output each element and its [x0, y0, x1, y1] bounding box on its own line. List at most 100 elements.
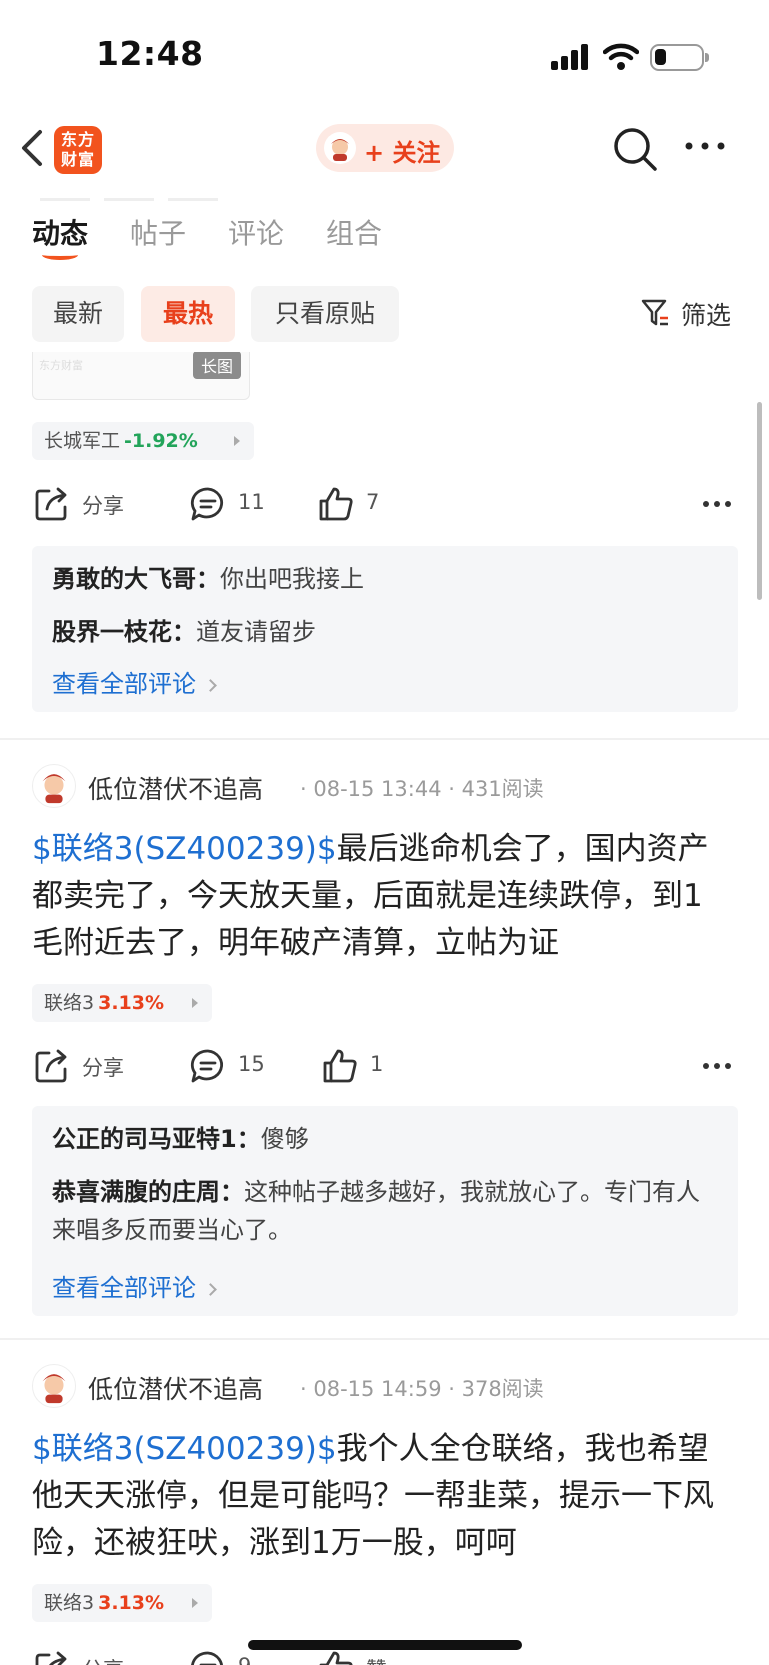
stock-tag[interactable]: 联络3 3.13% — [32, 1584, 212, 1622]
battery-icon — [650, 44, 709, 71]
comment-bubble-icon — [190, 1049, 224, 1083]
status-time: 12:48 — [96, 34, 204, 73]
comment-user[interactable]: 勇敢的大飞哥 — [52, 565, 196, 593]
status-bar: 12:48 — [0, 0, 769, 110]
author-name[interactable]: 低位潜伏不追高 — [88, 770, 263, 806]
comment-sep: ： — [220, 1178, 244, 1206]
comment-bubble-icon — [191, 1651, 223, 1665]
comment-text: 你出吧我接上 — [220, 565, 364, 593]
active-tab-indicator — [42, 250, 78, 260]
view-all-comments-link[interactable]: 查看全部评论 — [52, 664, 217, 699]
follow-label: + 关注 — [364, 139, 441, 167]
post-actions: 分享 11 7 — [0, 482, 769, 528]
long-image-thumbnail[interactable]: 东方财富 长图 — [32, 352, 250, 400]
chevron-right-icon — [192, 998, 198, 1008]
comment-item: 公正的司马亚特1：傻够 — [52, 1120, 718, 1158]
cellular-signal-icon — [551, 44, 591, 70]
thumbs-up-icon — [323, 1049, 357, 1083]
like-count: 1 — [370, 1052, 384, 1076]
logo-line1: 东方 — [60, 130, 95, 149]
share-label: 分享 — [82, 1056, 124, 1080]
tab-dynamic[interactable]: 动态 — [32, 212, 88, 252]
more-options-icon[interactable] — [684, 140, 726, 152]
comment-text: 傻够 — [260, 1125, 309, 1153]
comment-item: 恭喜满腹的庄周：这种帖子越多越好，我就放心了。专门有人来唱多反而要当心了。 — [52, 1173, 718, 1249]
post-more-icon[interactable] — [702, 500, 732, 508]
comment-count: 11 — [238, 490, 265, 514]
chevron-right-icon — [204, 1282, 217, 1296]
author-avatar[interactable] — [32, 1364, 76, 1408]
search-icon[interactable] — [612, 126, 658, 172]
chevron-right-icon — [204, 678, 217, 692]
stock-name: 长城军工 — [44, 430, 121, 452]
nav-bar: 东方 财富 + 关注 — [0, 110, 769, 190]
stock-change: -1.92% — [124, 430, 198, 452]
back-arrow-icon[interactable] — [18, 128, 48, 168]
feed: 东方财富 长图 长城军工 -1.92% 分享 11 7 勇敢的大飞哥：你出吧我接上… — [0, 352, 769, 1665]
comment-sep: ： — [172, 618, 196, 646]
share-icon — [35, 1651, 67, 1665]
faded-strip — [40, 186, 250, 201]
share-label: 分享 — [82, 494, 124, 518]
scrollbar[interactable] — [757, 402, 762, 600]
long-image-badge: 长图 — [192, 352, 241, 379]
content-tabs: 动态 帖子 评论 组合 — [0, 200, 769, 264]
wifi-icon — [603, 43, 639, 70]
filter-latest[interactable]: 最新 — [32, 286, 124, 342]
filter-original-only[interactable]: 只看原贴 — [251, 286, 399, 342]
view-all-label: 查看全部评论 — [52, 670, 196, 698]
tab-portfolio[interactable]: 组合 — [326, 212, 382, 252]
stock-tag[interactable]: 联络3 3.13% — [32, 984, 212, 1022]
comment-sep: ： — [196, 565, 220, 593]
comments-preview[interactable]: 公正的司马亚特1：傻够 恭喜满腹的庄周：这种帖子越多越好，我就放心了。专门有人来… — [32, 1106, 738, 1316]
author-avatar[interactable] — [32, 764, 76, 808]
stock-name: 联络3 — [44, 1592, 95, 1614]
post-header: 低位潜伏不追高 · 08-15 14:59 · 378阅读 — [32, 1364, 732, 1412]
home-indicator[interactable] — [248, 1640, 522, 1650]
post-meta: · 08-15 14:59 · 378阅读 — [300, 1377, 544, 1401]
comment-user[interactable]: 公正的司马亚特1 — [52, 1125, 237, 1153]
stock-name: 联络3 — [44, 992, 95, 1014]
comment-item: 勇敢的大飞哥：你出吧我接上 — [52, 560, 718, 598]
thumbs-up-icon — [319, 487, 353, 521]
stock-link[interactable]: $联络3(SZ400239)$ — [32, 831, 337, 867]
view-all-label: 查看全部评论 — [52, 1274, 196, 1302]
filter-label: 筛选 — [681, 301, 732, 330]
like-count: 7 — [366, 490, 380, 514]
comment-item: 股界一枝花：道友请留步 — [52, 613, 718, 651]
post-actions: 分享 15 1 — [0, 1044, 769, 1090]
share-icon — [35, 487, 67, 521]
stock-link[interactable]: $联络3(SZ400239)$ — [32, 1431, 337, 1467]
comment-count: 15 — [238, 1052, 265, 1076]
chevron-right-icon — [192, 1598, 198, 1608]
share-icon — [35, 1049, 67, 1083]
post-divider — [0, 1338, 769, 1340]
follow-button[interactable]: + 关注 — [316, 124, 454, 172]
stock-change: 3.13% — [98, 1592, 165, 1614]
comment-count: 9 — [238, 1654, 251, 1665]
logo-line2: 财富 — [60, 150, 95, 169]
filter-hottest[interactable]: 最热 — [141, 286, 235, 342]
app-logo[interactable]: 东方 财富 — [54, 126, 102, 174]
user-avatar-icon — [324, 132, 356, 164]
comment-user[interactable]: 股界一枝花 — [52, 618, 172, 646]
post-header: 低位潜伏不追高 · 08-15 13:44 · 431阅读 — [32, 764, 732, 812]
filter-row: 最新 最热 只看原贴 筛选 — [0, 286, 769, 342]
post-meta: · 08-15 13:44 · 431阅读 — [300, 777, 544, 801]
author-name[interactable]: 低位潜伏不追高 — [88, 1370, 263, 1406]
thumbs-up-icon — [319, 1651, 353, 1665]
tab-posts[interactable]: 帖子 — [130, 212, 186, 252]
post-body[interactable]: $联络3(SZ400239)$最后逃命机会了，国内资产都卖完了，今天放天量，后面… — [32, 826, 732, 967]
comment-sep: ： — [236, 1125, 261, 1153]
comments-preview[interactable]: 勇敢的大飞哥：你出吧我接上 股界一枝花：道友请留步 查看全部评论 — [32, 546, 738, 712]
post-more-icon[interactable] — [702, 1062, 732, 1070]
view-all-comments-link[interactable]: 查看全部评论 — [52, 1268, 217, 1303]
like-count: 赞 — [366, 1654, 387, 1665]
post-divider — [0, 738, 769, 740]
share-label: 分享 — [82, 1654, 124, 1665]
funnel-icon — [641, 299, 668, 326]
post-body[interactable]: $联络3(SZ400239)$我个人全仓联络，我也希望他天天涨停，但是可能吗？一… — [32, 1426, 732, 1567]
tab-comments[interactable]: 评论 — [228, 212, 284, 252]
stock-tag[interactable]: 长城军工 -1.92% — [32, 422, 254, 460]
comment-user[interactable]: 恭喜满腹的庄周 — [52, 1178, 220, 1206]
